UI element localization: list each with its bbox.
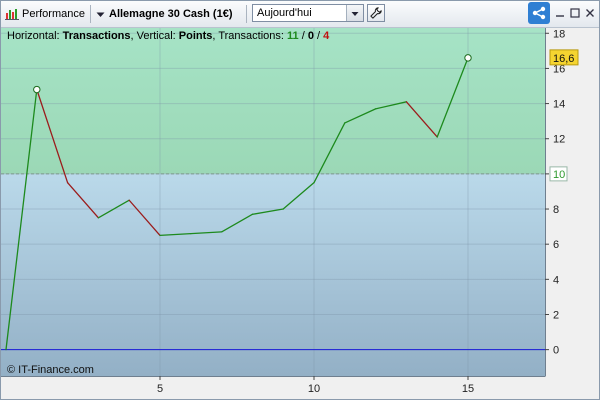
chart-area: 0 2 4 6 8 12 14 16 18 5 10 15 10 16,6 Horizontal: Tr… xyxy=(1,28,599,399)
watermark: © IT-Finance.com xyxy=(7,364,94,376)
share-icon xyxy=(532,6,546,20)
x-axis-panel xyxy=(1,376,599,399)
data-point-marker xyxy=(33,85,41,94)
y-tick-label: 0 xyxy=(553,345,559,357)
chevron-down-icon xyxy=(351,9,359,17)
wins-count: 11 xyxy=(287,30,299,42)
toolbar-separator xyxy=(246,5,247,23)
x-tick-label: 15 xyxy=(462,383,474,395)
performance-tab[interactable]: Performance xyxy=(5,1,85,27)
period-dropdown-button[interactable] xyxy=(346,5,363,21)
performance-chart: 02468121416185 10 15 1016,6 Horizontal: Tr… xyxy=(1,28,599,399)
chart-info-line: Horizontal: Transactions, Vertical: Poin… xyxy=(7,30,330,42)
toolbar: Performance Allemagne 30 Cash (1€) Aujou… xyxy=(1,1,599,28)
period-select-value: Aujourd'hui xyxy=(257,7,312,19)
vertical-value: Points xyxy=(179,30,213,42)
horizontal-prefix: Horizontal: xyxy=(7,30,63,42)
y-tick-label: 14 xyxy=(553,99,565,111)
close-button[interactable] xyxy=(583,6,597,20)
y-tick-label: 2 xyxy=(553,309,559,321)
separator-text: / xyxy=(299,30,308,42)
minimize-button[interactable] xyxy=(553,6,567,20)
separator-text: / xyxy=(314,30,323,42)
y-tick-label: 6 xyxy=(553,239,559,251)
y-tick-label: 12 xyxy=(553,134,565,146)
close-icon xyxy=(585,8,595,18)
period-select[interactable]: Aujourd'hui xyxy=(252,4,364,22)
losses-count: 4 xyxy=(323,30,330,42)
data-point-marker xyxy=(464,54,472,62)
maximize-button[interactable] xyxy=(568,6,582,20)
instrument-selector[interactable]: Allemagne 30 Cash (1€) xyxy=(96,1,233,27)
x-tick-label: 10 xyxy=(308,383,320,395)
y-tick-label: 8 xyxy=(553,204,559,216)
performance-window: Performance Allemagne 30 Cash (1€) Aujou… xyxy=(0,0,600,400)
share-button[interactable] xyxy=(528,2,550,24)
dropdown-arrow-icon xyxy=(96,10,105,19)
toolbar-separator xyxy=(90,5,91,23)
below-reference-zone xyxy=(1,173,545,376)
y-tick-label: 18 xyxy=(553,28,565,40)
performance-label: Performance xyxy=(22,8,85,20)
reference-badge-label: 10 xyxy=(553,169,565,181)
wrench-icon xyxy=(370,7,382,19)
performance-chart-icon xyxy=(5,7,19,21)
above-reference-zone xyxy=(1,28,545,174)
settings-button[interactable] xyxy=(367,4,385,22)
y-tick-label: 4 xyxy=(553,274,559,286)
last-value-label: 16,6 xyxy=(553,53,574,65)
minimize-icon xyxy=(555,8,565,18)
x-tick-label: 5 xyxy=(157,383,163,395)
horizontal-value: Transactions xyxy=(63,30,131,42)
vertical-prefix: , Vertical: xyxy=(131,30,179,42)
transactions-prefix: , Transactions: xyxy=(212,30,287,42)
instrument-label: Allemagne 30 Cash (1€) xyxy=(109,8,233,20)
maximize-icon xyxy=(570,8,580,18)
